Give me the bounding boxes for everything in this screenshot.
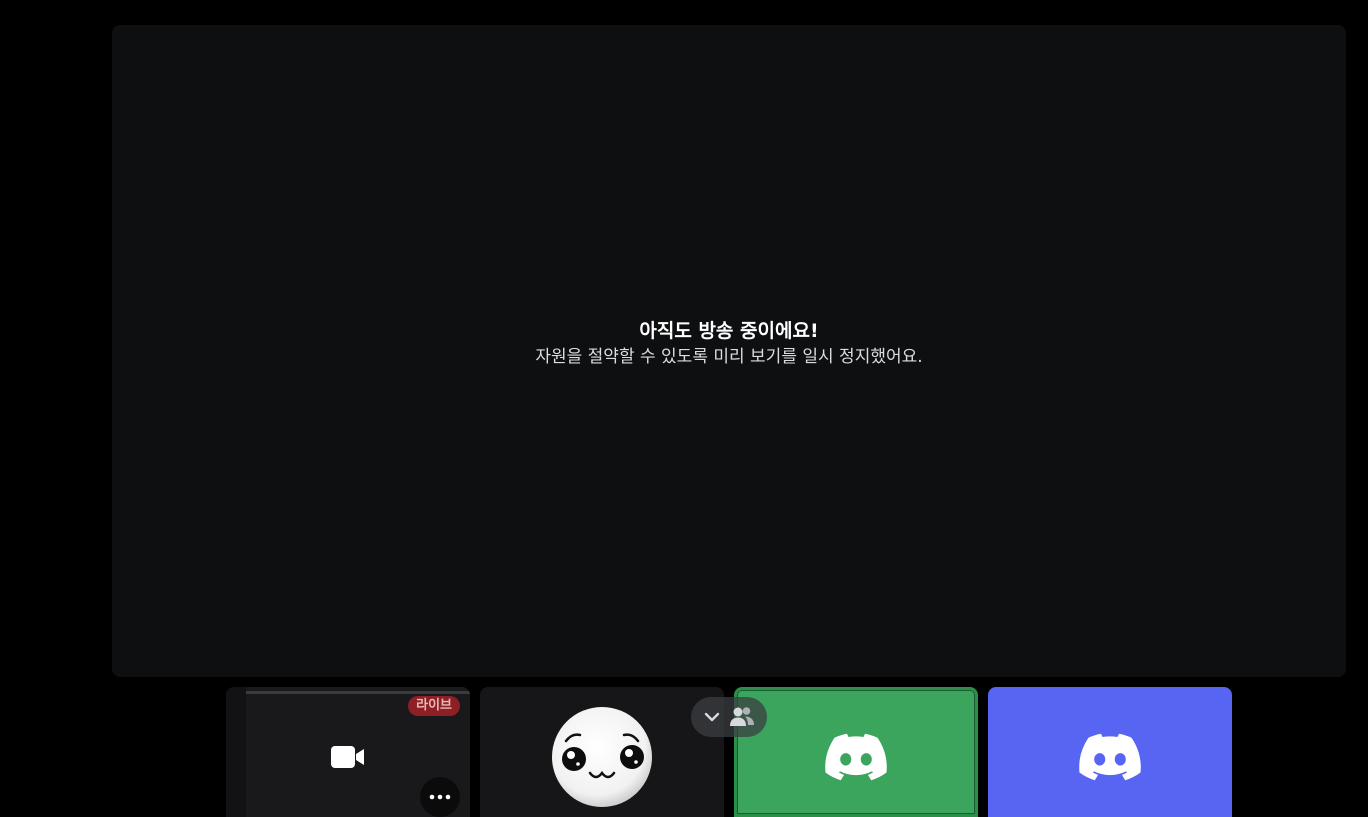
paused-title: 아직도 방송 중이에요!	[639, 320, 819, 342]
discord-logo-icon	[825, 733, 887, 781]
smiley-face-avatar	[552, 707, 652, 807]
tile-user[interactable]	[988, 687, 1232, 817]
participants-button[interactable]	[729, 706, 755, 728]
discord-logo-icon	[1079, 733, 1141, 781]
stream-top-line	[226, 691, 470, 694]
people-icon	[729, 707, 754, 726]
stream-preview-area[interactable]: 아직도 방송 중이에요! 자원을 절약할 수 있도록 미리 보기를 일시 정지했…	[112, 25, 1346, 677]
more-icon	[429, 794, 451, 800]
participant-tiles: 라이브	[0, 687, 1368, 817]
paused-message: 자원을 절약할 수 있도록 미리 보기를 일시 정지했어요.	[535, 347, 923, 367]
live-badge: 라이브	[408, 696, 460, 716]
stream-side-strip	[226, 687, 246, 817]
collapse-button[interactable]	[704, 712, 720, 722]
tile-avatar-user[interactable]	[480, 687, 724, 817]
tile-user-speaking[interactable]	[734, 687, 978, 817]
video-camera-icon	[331, 746, 364, 768]
more-options-button[interactable]	[420, 777, 460, 817]
chevron-down-icon	[704, 712, 719, 722]
participants-toggle[interactable]	[691, 697, 767, 737]
tile-stream[interactable]: 라이브	[226, 687, 470, 817]
